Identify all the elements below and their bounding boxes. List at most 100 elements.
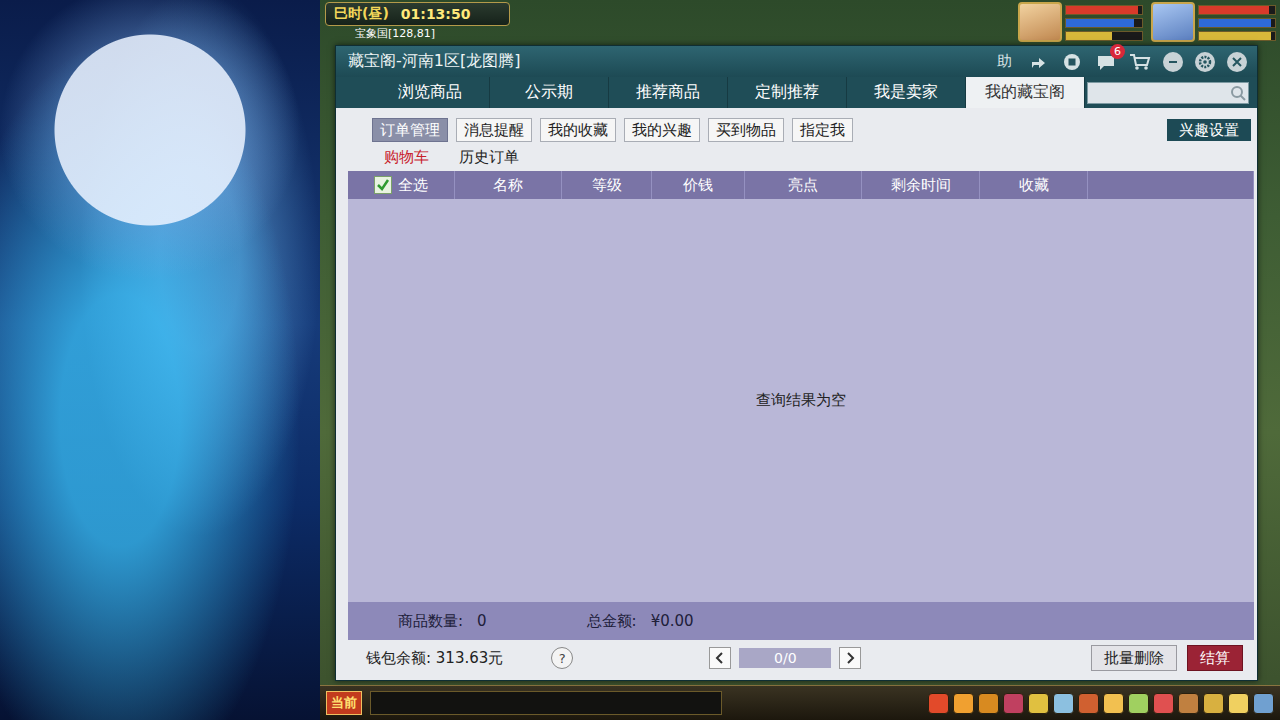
order-tab[interactable]: 历史订单 <box>459 148 519 167</box>
chat-badge: 6 <box>1110 44 1125 59</box>
shortcut-icon[interactable] <box>953 693 974 714</box>
action-button[interactable]: 批量删除 <box>1091 645 1177 671</box>
shortcut-icon[interactable] <box>1028 693 1049 714</box>
select-all-checkbox[interactable] <box>374 176 392 194</box>
sub-tab[interactable]: 我的兴趣 <box>624 118 700 142</box>
search-box <box>1087 82 1249 104</box>
sub-tabs: 订单管理消息提醒我的收藏我的兴趣买到物品指定我 兴趣设置 <box>348 118 1253 142</box>
settings-button[interactable] <box>1195 52 1215 72</box>
status-bar-fill <box>1066 6 1138 14</box>
status-bar-fill <box>1199 6 1269 14</box>
time-period: 巳时(昼) <box>334 5 389 23</box>
time-panel: 巳时(昼) 01:13:50 宝象国[128,81] <box>325 2 510 40</box>
title-bar: 藏宝阁-河南1区[龙图腾]助6 <box>336 46 1257 77</box>
cart-button[interactable] <box>1129 51 1151 73</box>
order-tabs: 购物车 历史订单 <box>348 142 1253 171</box>
header-filler <box>1088 171 1254 199</box>
pagination: 0/0 <box>709 647 861 669</box>
shortcut-icon[interactable] <box>1178 693 1199 714</box>
shortcut-icon[interactable] <box>1078 693 1099 714</box>
main-tabs: 浏览商品公示期推荐商品定制推荐我是卖家我的藏宝阁 <box>336 77 1257 108</box>
help-button[interactable]: 助 <box>993 51 1015 73</box>
close-button[interactable] <box>1227 52 1247 72</box>
party-member[interactable] <box>1018 2 1143 42</box>
status-bar <box>1065 5 1143 15</box>
column-header[interactable]: 等级 <box>562 171 652 199</box>
table-header: 全选名称等级价钱亮点剩余时间收藏 <box>348 171 1254 199</box>
page-indicator: 0/0 <box>739 648 831 668</box>
search-input[interactable] <box>1088 85 1228 100</box>
game-scene: 巳时(昼)01:13:50宝象国[128,81]藏宝阁-河南1区[龙图腾]助6浏… <box>320 0 1280 720</box>
content-panel: 订单管理消息提醒我的收藏我的兴趣买到物品指定我兴趣设置购物车历史订单全选名称等级… <box>336 108 1257 680</box>
shortcut-icon[interactable] <box>978 693 999 714</box>
shortcut-icon[interactable] <box>1253 693 1274 714</box>
game-clock: 01:13:50 <box>401 6 471 22</box>
shortcut-icon[interactable] <box>1053 693 1074 714</box>
shortcut-icon[interactable] <box>1153 693 1174 714</box>
column-header[interactable]: 收藏 <box>980 171 1088 199</box>
order-tab[interactable]: 购物车 <box>384 148 429 167</box>
chat-input[interactable] <box>370 691 722 715</box>
sub-tab[interactable]: 买到物品 <box>708 118 784 142</box>
location: 宝象国[128,81] <box>325 27 510 40</box>
check-icon <box>376 178 390 192</box>
status-bar <box>1198 5 1276 15</box>
item-count: 商品数量:0 <box>398 612 487 631</box>
column-header[interactable]: 剩余时间 <box>862 171 980 199</box>
summary-row: 商品数量:0 总金额:¥0.00 <box>348 602 1254 640</box>
column-header[interactable]: 名称 <box>455 171 562 199</box>
main-tab[interactable]: 定制推荐 <box>728 77 847 108</box>
game-bottom-bar: 当前 <box>320 685 1280 720</box>
share-button[interactable] <box>1027 51 1049 73</box>
select-all-cell[interactable]: 全选 <box>348 171 455 199</box>
action-button[interactable]: 结算 <box>1187 645 1243 671</box>
chevron-left-icon <box>715 652 725 664</box>
shortcut-icon[interactable] <box>1203 693 1224 714</box>
shortcut-icon[interactable] <box>928 693 949 714</box>
sub-tab[interactable]: 指定我 <box>792 118 853 142</box>
minimize-icon <box>1168 57 1178 67</box>
next-page-button[interactable] <box>839 647 861 669</box>
title-tools: 助6 <box>993 51 1247 73</box>
column-header[interactable]: 价钱 <box>652 171 745 199</box>
search-icon[interactable] <box>1228 84 1248 102</box>
party-member[interactable] <box>1151 2 1276 42</box>
minimize-button[interactable] <box>1163 52 1183 72</box>
main-tab[interactable]: 我的藏宝阁 <box>966 77 1085 108</box>
prev-page-button[interactable] <box>709 647 731 669</box>
chat-channel-button[interactable]: 当前 <box>326 691 362 715</box>
main-tab[interactable]: 浏览商品 <box>371 77 490 108</box>
table-body: 查询结果为空 <box>348 199 1254 602</box>
screen: 巳时(昼)01:13:50宝象国[128,81]藏宝阁-河南1区[龙图腾]助6浏… <box>0 0 1280 720</box>
game-shortcuts <box>928 693 1274 714</box>
main-tab[interactable]: 推荐商品 <box>609 77 728 108</box>
shortcut-icon[interactable] <box>1103 693 1124 714</box>
share-icon <box>1029 53 1047 71</box>
shortcut-icon[interactable] <box>1003 693 1024 714</box>
main-tab[interactable]: 公示期 <box>490 77 609 108</box>
sub-tab[interactable]: 订单管理 <box>372 118 448 142</box>
empty-message: 查询结果为空 <box>756 391 846 410</box>
status-bar <box>1065 18 1143 28</box>
chat-button[interactable]: 6 <box>1095 51 1117 73</box>
shortcut-icon[interactable] <box>1128 693 1149 714</box>
gear-icon <box>1198 55 1212 69</box>
shortcut-icon[interactable] <box>1228 693 1249 714</box>
status-bars <box>1198 2 1276 42</box>
total-amount: 总金额:¥0.00 <box>587 612 694 631</box>
avatar[interactable] <box>1151 2 1195 42</box>
status-bar <box>1065 31 1143 41</box>
avatar[interactable] <box>1018 2 1062 42</box>
status-bar <box>1198 18 1276 28</box>
cart-icon <box>1129 53 1151 71</box>
column-header[interactable]: 亮点 <box>745 171 862 199</box>
stop-button[interactable] <box>1061 51 1083 73</box>
interest-settings-button[interactable]: 兴趣设置 <box>1167 119 1251 141</box>
window-title: 藏宝阁-河南1区[龙图腾] <box>348 51 520 72</box>
sub-tab[interactable]: 我的收藏 <box>540 118 616 142</box>
sub-tab[interactable]: 消息提醒 <box>456 118 532 142</box>
time-row: 巳时(昼) 01:13:50 <box>325 2 510 26</box>
main-tab[interactable]: 我是卖家 <box>847 77 966 108</box>
wallet-help-button[interactable]: ? <box>551 647 573 669</box>
hud: 巳时(昼) 01:13:50 宝象国[128,81] <box>320 0 1280 45</box>
